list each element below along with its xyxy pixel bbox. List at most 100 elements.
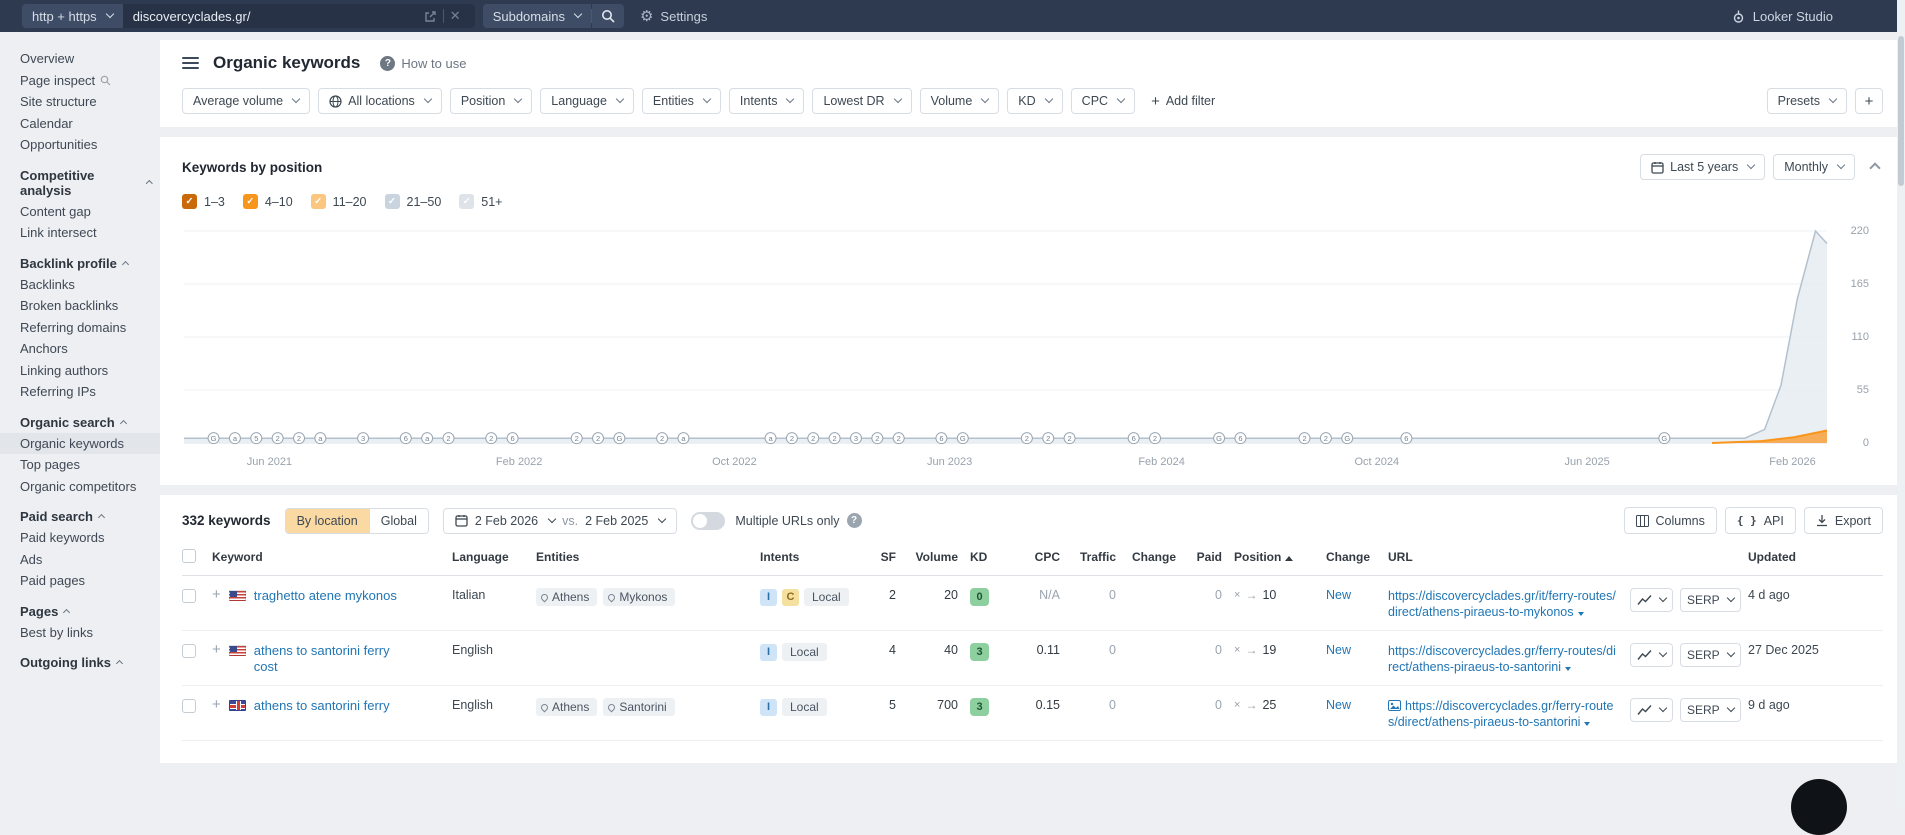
columns-button[interactable]: Columns	[1623, 507, 1717, 534]
sidebar-section-organic-search[interactable]: Organic search	[0, 403, 160, 433]
add-to-list-button[interactable]: +	[212, 697, 221, 712]
filter-button-lowest-dr[interactable]: Lowest DR	[812, 88, 912, 114]
chart-event-marker[interactable]: a	[228, 432, 241, 445]
chart-event-marker[interactable]: 2	[1042, 432, 1055, 445]
filter-button-entities[interactable]: Entities	[641, 88, 721, 114]
sidebar-section-paid-search[interactable]: Paid search	[0, 497, 160, 527]
add-to-list-button[interactable]: +	[212, 642, 221, 657]
chart-event-marker[interactable]: 2	[1149, 432, 1162, 445]
sidebar-item-referring-ips[interactable]: Referring IPs	[0, 381, 160, 403]
sidebar-item-ads[interactable]: Ads	[0, 549, 160, 571]
keyword-link[interactable]: traghetto atene mykonos	[254, 588, 397, 604]
column-header-updated[interactable]: Updated	[1748, 550, 1883, 564]
filter-button-intents[interactable]: Intents	[728, 88, 805, 114]
chart-event-marker[interactable]: a	[421, 432, 434, 445]
entity-badge-santorini[interactable]: Santorini	[603, 698, 675, 716]
chart-event-marker[interactable]: 2	[592, 432, 605, 445]
filter-button-kd[interactable]: KD	[1007, 88, 1063, 114]
sidebar-item-top-pages[interactable]: Top pages	[0, 454, 160, 476]
chart-event-marker[interactable]: G	[956, 432, 969, 445]
chart-event-marker[interactable]: 2	[892, 432, 905, 445]
subdomains-select[interactable]: Subdomains	[482, 4, 591, 28]
date-range-select[interactable]: Last 5 years	[1640, 154, 1766, 180]
chart-event-marker[interactable]: 2	[293, 432, 306, 445]
position-range-11-20[interactable]: ✓ 11–20	[310, 194, 367, 209]
protocol-select[interactable]: http + https	[22, 4, 123, 28]
url-link[interactable]: https://discovercyclades.gr/ferry-routes…	[1388, 644, 1616, 674]
chart-event-marker[interactable]: 2	[442, 432, 455, 445]
chart-event-marker[interactable]: 2	[828, 432, 841, 445]
entity-badge-athens[interactable]: Athens	[536, 698, 598, 716]
entity-badge-athens[interactable]: Athens	[536, 588, 598, 606]
chart-event-marker[interactable]: 2	[785, 432, 798, 445]
chart-event-marker[interactable]: 6	[506, 432, 519, 445]
date-compare-select[interactable]: 2 Feb 2026 vs. 2 Feb 2025	[442, 507, 678, 534]
row-checkbox[interactable]	[182, 699, 196, 713]
position-range-1-3[interactable]: ✓ 1–3	[182, 194, 225, 209]
domain-input[interactable]: discovercyclades.gr/ ✕	[122, 4, 475, 28]
sidebar-item-opportunities[interactable]: Opportunities	[0, 134, 160, 156]
column-header-sf[interactable]: SF	[872, 550, 908, 564]
presets-button[interactable]: Presets	[1766, 88, 1847, 114]
chart-event-marker[interactable]: 2	[1063, 432, 1076, 445]
sidebar-item-paid-keywords[interactable]: Paid keywords	[0, 527, 160, 549]
row-checkbox[interactable]	[182, 589, 196, 603]
position-history-button[interactable]	[1630, 643, 1673, 667]
position-range-21-50[interactable]: ✓ 21–50	[384, 194, 441, 209]
chart-event-marker[interactable]: G	[207, 432, 220, 445]
api-button[interactable]: { } API	[1724, 507, 1796, 534]
filter-button-average-volume[interactable]: Average volume	[182, 88, 311, 114]
sidebar-item-backlinks[interactable]: Backlinks	[0, 274, 160, 296]
column-header-volume[interactable]: Volume	[908, 550, 970, 564]
scrollbar-thumb[interactable]	[1898, 36, 1904, 186]
position-range-4-10[interactable]: ✓ 4–10	[242, 194, 293, 209]
column-header-intents[interactable]: Intents	[760, 550, 872, 564]
column-header-keyword[interactable]: Keyword	[212, 550, 452, 564]
chart-event-marker[interactable]: 2	[570, 432, 583, 445]
add-to-list-button[interactable]: +	[212, 587, 221, 602]
looker-studio-link[interactable]: Looker Studio	[1732, 9, 1833, 24]
chart-event-marker[interactable]: 5	[250, 432, 263, 445]
chart-event-marker[interactable]: 2	[1319, 432, 1332, 445]
url-link[interactable]: https://discovercyclades.gr/it/ferry-rou…	[1388, 589, 1616, 619]
sidebar-section-outgoing-links[interactable]: Outgoing links	[0, 643, 160, 673]
granularity-select[interactable]: Monthly	[1773, 154, 1855, 180]
column-header-traffic[interactable]: Traffic	[1072, 550, 1128, 564]
sidebar-item-broken-backlinks[interactable]: Broken backlinks	[0, 295, 160, 317]
sidebar-item-organic-competitors[interactable]: Organic competitors	[0, 476, 160, 498]
filter-button-all-locations[interactable]: All locations	[318, 88, 442, 114]
chart-event-marker[interactable]: 6	[1127, 432, 1140, 445]
chart-event-marker[interactable]: 2	[871, 432, 884, 445]
chart-event-marker[interactable]: 6	[1234, 432, 1247, 445]
menu-icon[interactable]	[182, 55, 199, 71]
filter-button-volume[interactable]: Volume	[919, 88, 1000, 114]
chart-event-marker[interactable]: 2	[807, 432, 820, 445]
chart-event-marker[interactable]: a	[764, 432, 777, 445]
filter-button-position[interactable]: Position	[449, 88, 533, 114]
column-header-change-12[interactable]: Change	[1326, 550, 1388, 564]
sidebar-item-paid-pages[interactable]: Paid pages	[0, 570, 160, 592]
position-history-button[interactable]	[1630, 588, 1673, 612]
settings-button[interactable]: ⚙ Settings	[640, 9, 707, 24]
chart-event-marker[interactable]: G	[1341, 432, 1354, 445]
sidebar-item-organic-keywords[interactable]: Organic keywords	[0, 432, 160, 454]
sidebar-section-pages[interactable]: Pages	[0, 592, 160, 622]
collapse-chart-button[interactable]	[1863, 154, 1883, 180]
filter-button-cpc[interactable]: CPC	[1070, 88, 1136, 114]
how-to-use-link[interactable]: ? How to use	[380, 55, 466, 71]
export-button[interactable]: Export	[1803, 507, 1883, 534]
sidebar-item-referring-domains[interactable]: Referring domains	[0, 317, 160, 339]
entity-badge-mykonos[interactable]: Mykonos	[603, 588, 676, 606]
sidebar-item-page-inspect[interactable]: Page inspect	[0, 70, 160, 92]
column-header-paid[interactable]: Paid	[1188, 550, 1234, 564]
column-header-position[interactable]: Position	[1234, 550, 1326, 564]
sidebar-item-linking-authors[interactable]: Linking authors	[0, 360, 160, 382]
column-header-kd[interactable]: KD	[970, 550, 1016, 564]
serp-button[interactable]: SERP	[1680, 643, 1741, 667]
position-range-51[interactable]: ✓ 51+	[459, 194, 503, 209]
sidebar-item-overview[interactable]: Overview	[0, 48, 160, 70]
chart-event-marker[interactable]: 6	[935, 432, 948, 445]
chart-event-marker[interactable]: G	[1213, 432, 1226, 445]
serp-button[interactable]: SERP	[1680, 588, 1741, 612]
chart-event-marker[interactable]: 2	[656, 432, 669, 445]
